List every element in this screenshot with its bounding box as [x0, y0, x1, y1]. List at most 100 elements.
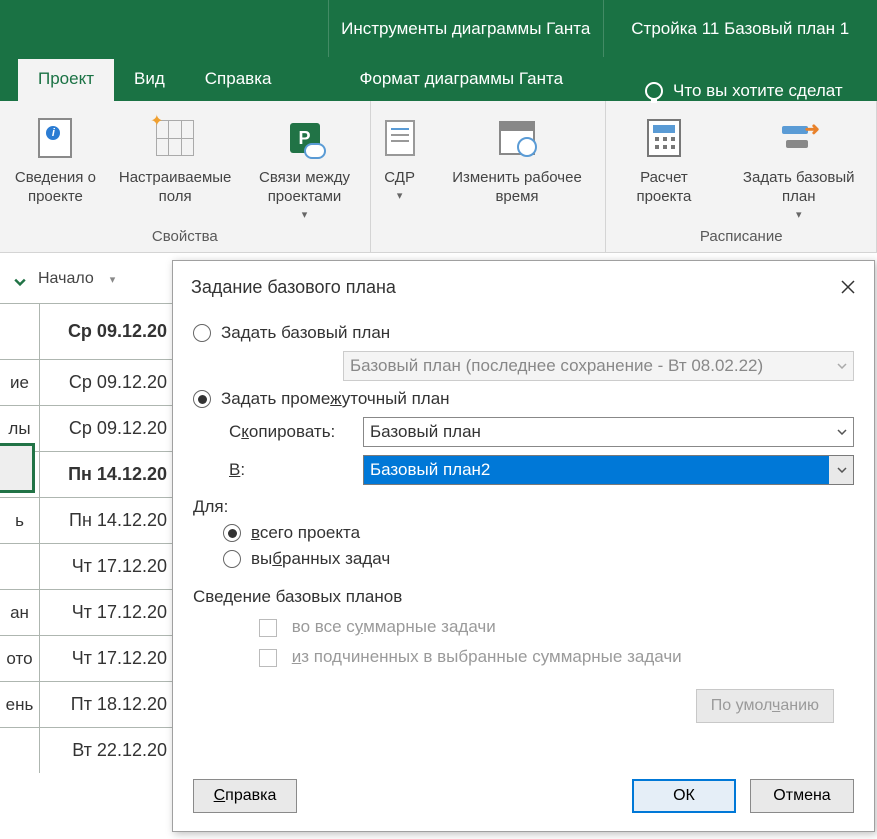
column-header-start[interactable]: Начало▾	[38, 270, 115, 288]
check-all-summary-label: во все суммарные задачи	[292, 617, 496, 636]
row-header-cell[interactable]: ото	[0, 635, 40, 681]
project-info-label: Сведения о проекте	[8, 169, 103, 207]
radio-set-interim-label: Задать промежуточный план	[221, 389, 450, 409]
ok-button[interactable]: ОК	[632, 779, 736, 813]
copy-into-combo[interactable]: Базовый план2	[363, 455, 854, 485]
row-header-cell[interactable]: ие	[0, 359, 40, 405]
radio-selected-tasks-label: выбранных задач	[251, 549, 390, 569]
copy-from-combo[interactable]: Базовый план	[363, 417, 854, 447]
info-doc-icon	[38, 118, 72, 158]
start-date-cell[interactable]: Чт 17.12.20	[40, 543, 173, 589]
table-row[interactable]: анЧт 17.12.20	[0, 589, 173, 635]
arrow-icon: ➜	[805, 118, 820, 141]
custom-fields-icon	[156, 120, 194, 156]
row-header-cell[interactable]	[0, 303, 40, 359]
change-time-label: Изменить рабочее время	[437, 169, 598, 207]
check-all-summary	[259, 619, 277, 637]
cancel-button[interactable]: Отмена	[750, 779, 854, 813]
ribbon-group-properties-label: Свойства	[0, 228, 370, 248]
links-between-projects-button[interactable]: P Связи между проектами ▾	[239, 107, 369, 226]
radio-set-interim[interactable]	[193, 390, 211, 408]
links-label: Связи между проектами	[247, 169, 361, 207]
row-header-cell[interactable]: ь	[0, 497, 40, 543]
row-header-cell[interactable]	[0, 727, 40, 773]
row-header-cell[interactable]: ень	[0, 681, 40, 727]
help-button[interactable]: Справка	[193, 779, 297, 813]
defaults-button: По умолчанию	[696, 689, 834, 723]
close-icon	[840, 279, 856, 295]
radio-whole-project[interactable]	[223, 524, 241, 542]
table-row[interactable]: ьПн 14.12.20	[0, 497, 173, 543]
start-date-cell[interactable]: Чт 17.12.20	[40, 589, 173, 635]
chevron-down-icon	[829, 418, 853, 446]
radio-selected-tasks[interactable]	[223, 550, 241, 568]
tab-project[interactable]: Проект	[18, 59, 114, 101]
change-working-time-button[interactable]: Изменить рабочее время	[429, 107, 606, 211]
start-date-cell[interactable]: Пт 18.12.20	[40, 681, 173, 727]
chevron-down-icon: ▾	[110, 274, 116, 286]
dialog-title: Задание базового плана	[191, 277, 396, 298]
window-title: Стройка 11 Базовый план 1	[603, 0, 877, 57]
table-row[interactable]: Вт 22.12.20	[0, 727, 173, 773]
lightbulb-icon	[645, 82, 663, 100]
wbs-label: СДР	[384, 169, 415, 188]
context-title-bar: Инструменты диаграммы Ганта Стройка 11 Б…	[0, 0, 877, 57]
start-date-cell[interactable]: Чт 17.12.20	[40, 635, 173, 681]
table-row[interactable]: Чт 17.12.20	[0, 543, 173, 589]
chevron-down-icon	[829, 352, 853, 380]
calculate-label: Расчет проекта	[614, 169, 713, 207]
check-from-subtasks	[259, 649, 277, 667]
check-from-subtasks-label: из подчиненных в выбранные суммарные зад…	[292, 647, 682, 666]
baseline-icon: ➜	[780, 122, 818, 154]
ribbon: Сведения о проекте Настраиваемые поля P …	[0, 101, 877, 253]
table-row[interactable]: Ср 09.12.20	[0, 303, 173, 359]
start-date-cell[interactable]: Вт 22.12.20	[40, 727, 173, 773]
radio-whole-project-label: всего проекта	[251, 523, 360, 543]
chevron-down-icon: ▾	[302, 209, 308, 223]
custom-fields-button[interactable]: Настраиваемые поля	[111, 107, 240, 211]
start-date-cell[interactable]: Ср 09.12.20	[40, 359, 173, 405]
chevron-down-icon	[829, 456, 853, 484]
set-baseline-button[interactable]: ➜ Задать базовый план ▾	[721, 107, 876, 226]
ribbon-group-schedule-label: Расписание	[606, 228, 876, 248]
table-row[interactable]: лыСр 09.12.20	[0, 405, 173, 451]
project-info-button[interactable]: Сведения о проекте	[0, 107, 111, 211]
row-header-cell[interactable]	[0, 543, 40, 589]
project-link-icon: P	[290, 123, 320, 153]
table-row[interactable]: еньПт 18.12.20	[0, 681, 173, 727]
tab-view[interactable]: Вид	[114, 59, 185, 101]
table-row[interactable]: Пн 14.12.20	[0, 451, 173, 497]
start-date-cell[interactable]: Пн 14.12.20	[40, 497, 173, 543]
start-date-cell[interactable]: Пн 14.12.20	[40, 451, 173, 497]
table-row[interactable]: отоЧт 17.12.20	[0, 635, 173, 681]
ribbon-tab-bar: Проект Вид Справка Формат диаграммы Гант…	[0, 57, 877, 101]
radio-set-baseline-label: Задать базовый план	[221, 323, 390, 343]
filter-chevron-icon[interactable]	[14, 275, 26, 287]
tab-help[interactable]: Справка	[185, 59, 292, 101]
row-header-cell[interactable]	[0, 451, 40, 497]
calculate-project-button[interactable]: Расчет проекта	[606, 107, 721, 211]
tell-me-search[interactable]: Что вы хотите сделат	[633, 81, 855, 101]
row-header-cell[interactable]: лы	[0, 405, 40, 451]
copy-from-label: Скопировать:	[229, 422, 349, 442]
wbs-icon	[385, 120, 415, 156]
calculator-icon	[647, 119, 681, 157]
copy-into-label: В:	[229, 460, 349, 480]
tell-me-label: Что вы хотите сделат	[673, 81, 843, 101]
start-date-cell[interactable]: Ср 09.12.20	[40, 405, 173, 451]
chevron-down-icon: ▾	[397, 190, 403, 204]
row-header-cell[interactable]: ан	[0, 589, 40, 635]
chevron-down-icon: ▾	[796, 209, 802, 223]
radio-set-baseline[interactable]	[193, 324, 211, 342]
calendar-clock-icon	[499, 121, 535, 155]
set-baseline-dialog: Задание базового плана Задать базовый пл…	[172, 260, 875, 832]
for-label: Для:	[193, 497, 854, 517]
close-button[interactable]	[832, 271, 864, 303]
table-row[interactable]: иеСр 09.12.20	[0, 359, 173, 405]
rollup-group-label: Сведение базовых планов	[193, 587, 854, 607]
start-date-cell[interactable]: Ср 09.12.20	[40, 303, 173, 359]
wbs-button[interactable]: СДР ▾	[371, 107, 429, 208]
tab-gantt-format[interactable]: Формат диаграммы Ганта	[339, 59, 583, 101]
custom-fields-label: Настраиваемые поля	[119, 169, 232, 207]
baseline-combo-disabled: Базовый план (последнее сохранение - Вт …	[343, 351, 854, 381]
